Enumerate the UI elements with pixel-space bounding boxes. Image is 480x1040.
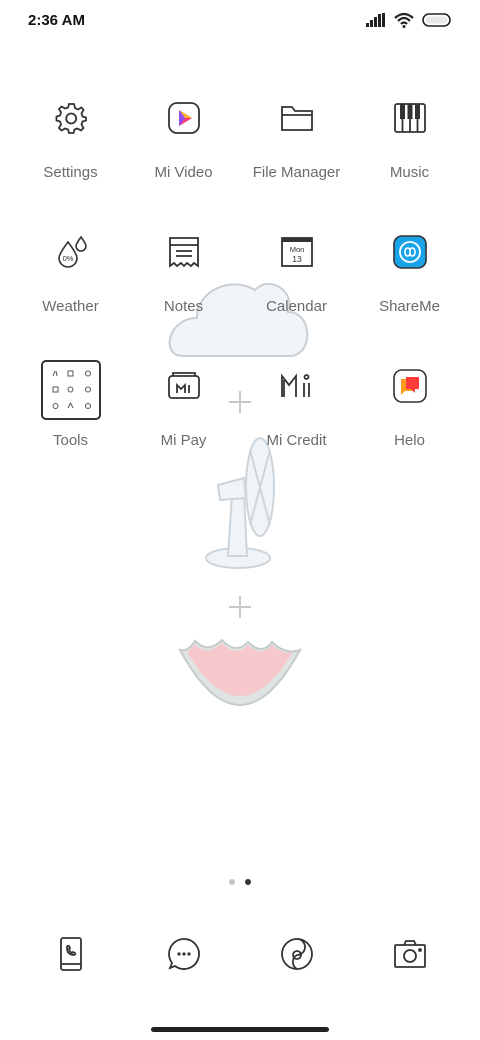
- notes-icon: [158, 226, 210, 278]
- wifi-icon: [394, 12, 414, 28]
- shareme-icon: [384, 226, 436, 278]
- dock-phone[interactable]: [14, 930, 127, 982]
- app-label: Music: [389, 164, 430, 181]
- mi-logo-icon: [271, 360, 323, 412]
- app-file-manager[interactable]: File Manager: [240, 92, 353, 226]
- weather-drops-icon: 0%: [45, 226, 97, 278]
- status-time: 2:36 AM: [28, 12, 85, 29]
- plus-decoration: [229, 596, 251, 618]
- status-icons: [366, 12, 452, 28]
- wallet-icon: [158, 360, 210, 412]
- app-helo[interactable]: Helo: [353, 360, 466, 494]
- app-label: Helo: [394, 432, 425, 449]
- app-mi-pay[interactable]: Mi Pay: [127, 360, 240, 494]
- messages-icon: [167, 937, 201, 976]
- watermelon-illustration: [178, 638, 303, 706]
- page-dot-active[interactable]: [245, 879, 251, 885]
- calendar-icon: Mon 13: [271, 226, 323, 278]
- signal-icon: [366, 13, 386, 27]
- battery-icon: [422, 13, 452, 27]
- app-weather[interactable]: 0% Weather: [14, 226, 127, 360]
- status-bar: 2:36 AM: [0, 0, 480, 44]
- camera-icon: [393, 939, 427, 974]
- app-notes[interactable]: Notes: [127, 226, 240, 360]
- app-calendar[interactable]: Mon 13 Calendar: [240, 226, 353, 360]
- app-label: Settings: [43, 164, 98, 181]
- app-label: Weather: [42, 298, 99, 315]
- app-settings[interactable]: Settings: [14, 92, 127, 226]
- app-grid: Settings Mi Video File Manager Music 0% …: [14, 92, 466, 494]
- dock: [14, 930, 466, 982]
- weather-percent-text: 0%: [62, 254, 73, 263]
- app-label: Notes: [163, 298, 204, 315]
- page-indicator: [0, 879, 480, 885]
- app-music[interactable]: Music: [353, 92, 466, 226]
- browser-icon: [280, 937, 314, 976]
- app-label: Tools: [52, 432, 89, 449]
- app-label: Calendar: [266, 298, 327, 315]
- app-label: ShareMe: [379, 298, 440, 315]
- phone-icon: [58, 936, 84, 976]
- calendar-date-text: 13: [292, 254, 302, 264]
- dock-messages[interactable]: [127, 930, 240, 982]
- app-label: File Manager: [252, 164, 341, 181]
- mi-video-icon: [158, 92, 210, 144]
- gear-icon: [45, 92, 97, 144]
- calendar-day-text: Mon: [289, 245, 304, 254]
- app-label: Mi Pay: [160, 432, 207, 449]
- helo-icon: [384, 360, 436, 412]
- piano-icon: [384, 92, 436, 144]
- tools-folder-icon: [40, 360, 101, 420]
- page-dot[interactable]: [229, 879, 235, 885]
- dock-browser[interactable]: [240, 930, 353, 982]
- app-mi-credit[interactable]: Mi Credit: [240, 360, 353, 494]
- folder-icon: [271, 92, 323, 144]
- app-shareme[interactable]: ShareMe: [353, 226, 466, 360]
- app-tools-folder[interactable]: Tools: [14, 360, 127, 494]
- home-indicator-bar[interactable]: [151, 1027, 329, 1032]
- app-label: Mi Video: [154, 164, 213, 181]
- app-label: Mi Credit: [266, 432, 327, 449]
- app-mi-video[interactable]: Mi Video: [127, 92, 240, 226]
- dock-camera[interactable]: [353, 930, 466, 982]
